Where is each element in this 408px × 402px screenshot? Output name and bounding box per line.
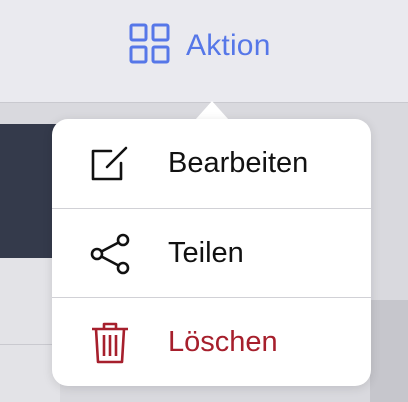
menu-item-share[interactable]: Teilen	[52, 209, 371, 298]
menu-item-delete[interactable]: Löschen	[52, 298, 371, 387]
share-icon	[89, 233, 131, 275]
action-button[interactable]: Aktion	[128, 22, 271, 71]
grid-icon	[128, 22, 172, 71]
top-toolbar: Aktion	[0, 0, 408, 103]
menu-item-edit[interactable]: Bearbeiten	[52, 119, 371, 208]
action-button-label: Aktion	[186, 29, 271, 62]
background-list	[0, 258, 60, 402]
edit-icon	[89, 143, 131, 185]
menu-item-label: Teilen	[168, 237, 244, 269]
divider	[0, 344, 60, 345]
menu-item-label: Löschen	[168, 326, 278, 358]
action-popover-menu: Bearbeiten Teilen Löschen	[52, 119, 371, 386]
background-strip	[370, 300, 408, 402]
background-dark-panel	[0, 124, 60, 258]
popover-arrow	[195, 101, 229, 120]
menu-item-label: Bearbeiten	[168, 147, 309, 179]
trash-icon	[89, 322, 131, 364]
